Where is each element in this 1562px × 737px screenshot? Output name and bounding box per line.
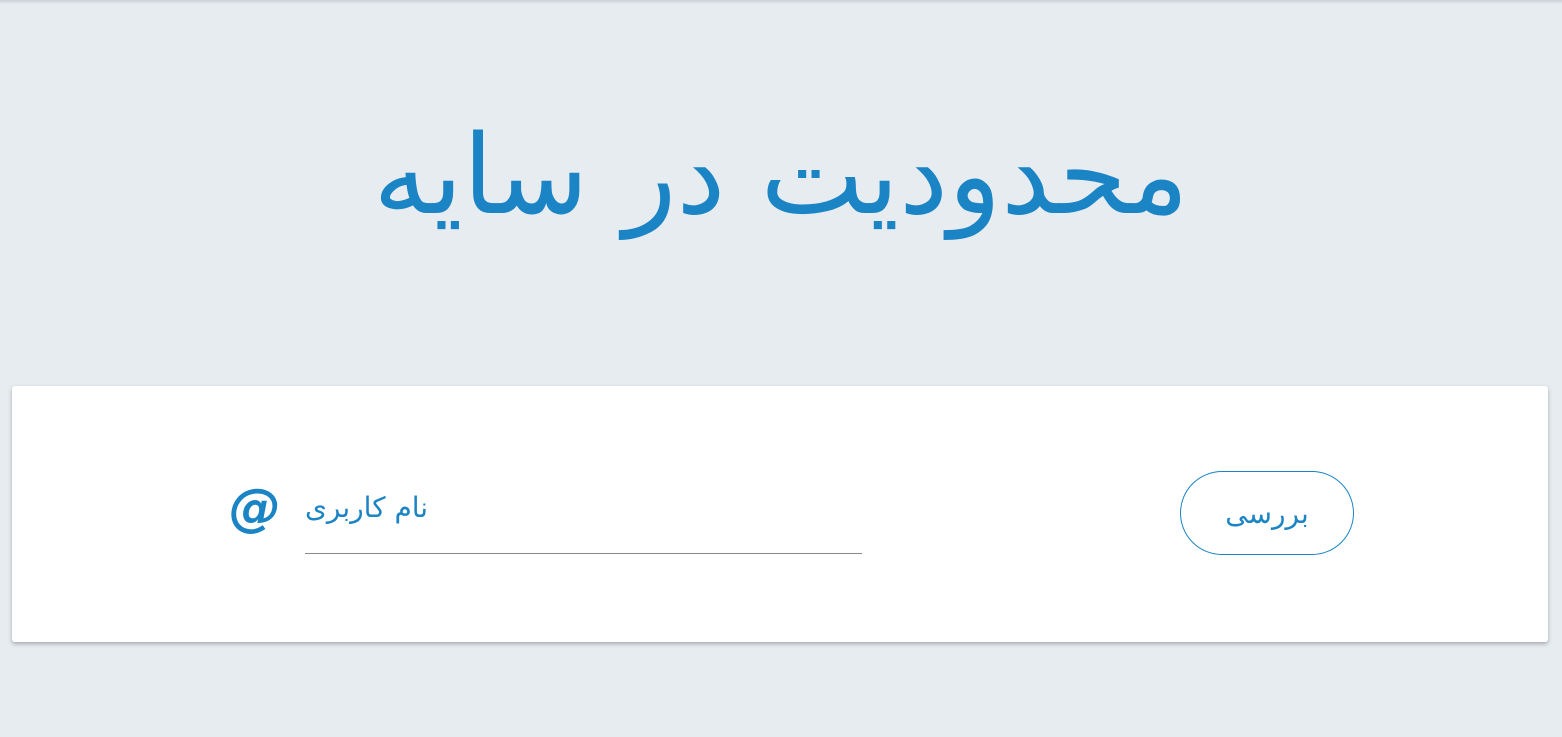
check-button[interactable]: بررسی xyxy=(1180,471,1354,555)
username-input[interactable] xyxy=(305,480,862,552)
username-field xyxy=(305,480,862,554)
page-title: محدودیت در سایه xyxy=(373,111,1189,239)
search-card: @ بررسی xyxy=(12,386,1548,642)
at-sign-icon: @ xyxy=(229,478,281,538)
top-shadow xyxy=(0,0,1562,4)
